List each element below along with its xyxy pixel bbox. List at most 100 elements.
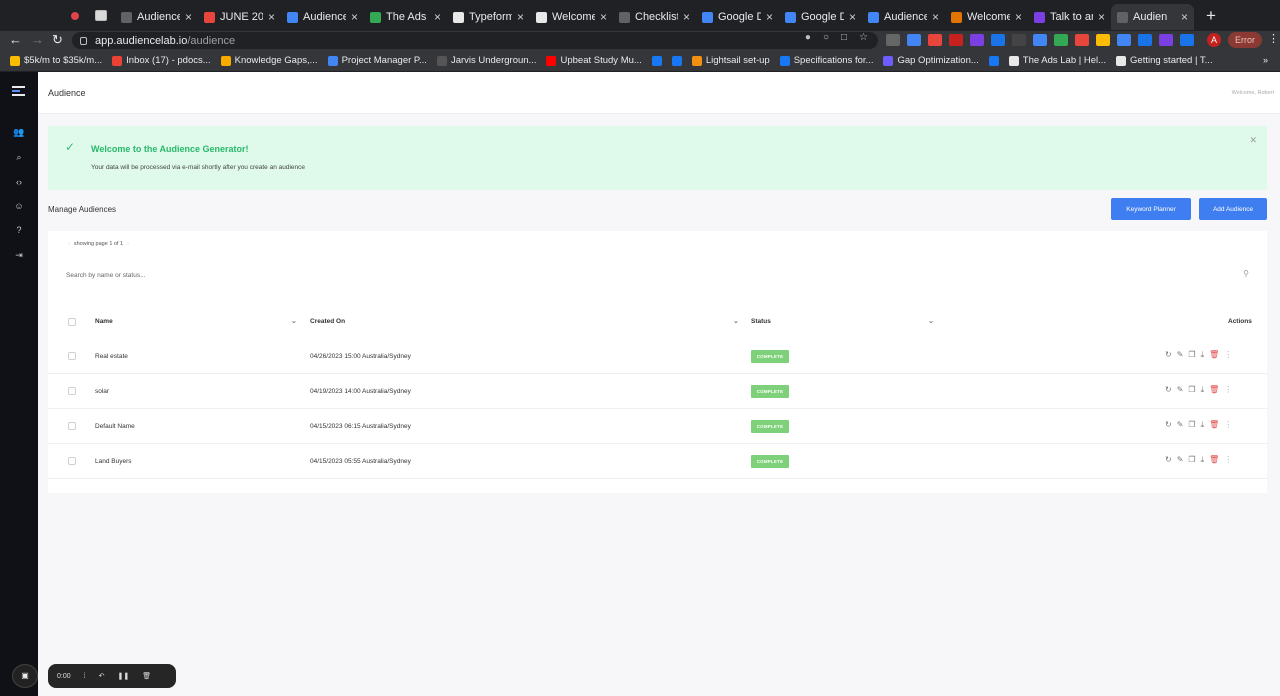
row-checkbox[interactable] xyxy=(68,387,76,395)
delete-icon[interactable]: 🗑 xyxy=(1209,350,1219,360)
edit-icon[interactable]: ✎ xyxy=(1177,350,1184,360)
bookmark-item[interactable] xyxy=(671,55,682,66)
bookmark-item[interactable]: Specifications for... xyxy=(779,55,873,66)
table-row[interactable]: Default Name 04/15/2023 06:15 Australia/S… xyxy=(48,409,1267,444)
tab-close-icon[interactable]: × xyxy=(1181,10,1188,24)
extension-icon[interactable] xyxy=(1075,34,1089,46)
more-icon[interactable]: ⋮ xyxy=(1224,385,1232,395)
tab-close-icon[interactable]: × xyxy=(932,10,939,24)
tab-close-icon[interactable]: × xyxy=(1098,10,1105,24)
extension-icon[interactable] xyxy=(907,34,921,46)
extension-icon[interactable] xyxy=(1033,34,1047,46)
download-icon[interactable]: ⤓ xyxy=(1201,420,1205,430)
browser-tab[interactable]: Checklist × xyxy=(613,4,696,30)
extension-icon[interactable] xyxy=(1138,34,1152,46)
error-badge[interactable]: Error xyxy=(1228,32,1262,48)
browser-tab[interactable]: Talk to an × xyxy=(1028,4,1111,30)
search-nav-icon[interactable]: ⌕ xyxy=(13,152,25,163)
bookmark-star-icon[interactable]: ☆ xyxy=(859,32,868,43)
tab-close-icon[interactable]: × xyxy=(351,10,358,24)
browser-tab[interactable]: AudienceL × xyxy=(862,4,945,30)
bookmark-item[interactable]: Getting started | T... xyxy=(1116,55,1213,66)
tab-close-icon[interactable]: × xyxy=(766,10,773,24)
edit-icon[interactable]: ✎ xyxy=(1177,455,1184,465)
bookmark-item[interactable]: Knowledge Gaps,... xyxy=(220,55,318,66)
column-name[interactable]: Name xyxy=(95,318,113,325)
browser-tab[interactable]: AudienceL × xyxy=(281,4,364,30)
download-icon[interactable]: ⤓ xyxy=(1201,350,1205,360)
refresh-icon[interactable]: ↻ xyxy=(1165,420,1172,430)
browser-menu-icon[interactable]: ⋮ xyxy=(1268,32,1279,45)
select-all-checkbox[interactable] xyxy=(68,318,76,326)
refresh-icon[interactable]: ↻ xyxy=(1165,350,1172,360)
user-nav-icon[interactable]: ☺ xyxy=(13,201,25,211)
search-input[interactable] xyxy=(66,269,1246,281)
tab-close-icon[interactable]: × xyxy=(185,10,192,24)
back-icon[interactable]: ← xyxy=(9,32,22,47)
next-page-icon[interactable]: › xyxy=(127,241,129,247)
column-status[interactable]: Status xyxy=(751,318,771,325)
bookmark-item[interactable]: Jarvis Undergroun... xyxy=(436,55,536,66)
more-icon[interactable]: ⋮ xyxy=(1224,420,1232,430)
trash-icon[interactable]: 🗑 xyxy=(142,672,151,680)
copy-icon[interactable]: ❐ xyxy=(1188,420,1195,430)
extension-icon[interactable] xyxy=(949,34,963,46)
bookmark-item[interactable]: The Ads Lab | Hel... xyxy=(1008,55,1106,66)
browser-tab[interactable]: The Ads La × xyxy=(364,4,447,30)
download-icon[interactable]: ⤓ xyxy=(1201,455,1205,465)
extension-icon[interactable] xyxy=(970,34,984,46)
extension-icon[interactable] xyxy=(1117,34,1131,46)
audience-name[interactable]: Real estate xyxy=(95,353,128,360)
bookmark-item[interactable]: Lightsail set-up xyxy=(691,55,770,66)
url-field[interactable]: app.audiencelab.io/audience ● ○ □ ☆ xyxy=(72,32,878,49)
drag-handle-icon[interactable]: ⁞ xyxy=(84,673,86,680)
table-row[interactable]: solar 04/19/2023 14:00 Australia/Sydney CO… xyxy=(48,374,1267,409)
audience-name[interactable]: Land Buyers xyxy=(95,458,132,465)
code-nav-icon[interactable]: ‹› xyxy=(13,177,25,187)
audience-name[interactable]: Default Name xyxy=(95,423,135,430)
copy-icon[interactable]: ❐ xyxy=(1188,350,1195,360)
prev-page-icon[interactable]: ‹ xyxy=(68,241,70,247)
pause-icon[interactable]: ❚❚ xyxy=(117,672,129,680)
bookmark-item[interactable]: Upbeat Study Mu... xyxy=(546,55,642,66)
bookmark-item[interactable]: Project Manager P... xyxy=(327,55,427,66)
table-row[interactable]: Real estate 04/26/2023 15:00 Australia/Sy… xyxy=(48,339,1267,374)
delete-icon[interactable]: 🗑 xyxy=(1209,455,1219,465)
copy-icon[interactable]: ❐ xyxy=(1188,385,1195,395)
keyword-planner-button[interactable]: Keyword Planner xyxy=(1111,198,1191,220)
table-row[interactable]: Land Buyers 04/15/2023 05:55 Australia/Sy… xyxy=(48,444,1267,479)
delete-icon[interactable]: 🗑 xyxy=(1209,385,1219,395)
app-logo[interactable] xyxy=(12,86,25,96)
close-icon[interactable]: ✕ xyxy=(1249,135,1257,146)
reload-icon[interactable]: ↻ xyxy=(52,32,63,48)
browser-tab[interactable]: JUNE 2023 × xyxy=(198,4,281,30)
bookmark-item[interactable]: Inbox (17) - pdocs... xyxy=(112,55,211,66)
pinned-tab-icon[interactable] xyxy=(95,10,107,21)
browser-tab[interactable]: Welcome t × xyxy=(530,4,613,30)
chevron-down-icon[interactable]: ⌄ xyxy=(291,317,297,325)
more-icon[interactable]: ⋮ xyxy=(1224,455,1232,465)
browser-tab[interactable]: Welcome t × xyxy=(945,4,1028,30)
download-icon[interactable]: ⤓ xyxy=(1201,385,1205,395)
browser-tab[interactable]: Google Do × xyxy=(696,4,779,30)
column-created-on[interactable]: Created On xyxy=(310,318,345,325)
help-nav-icon[interactable]: ? xyxy=(13,225,25,235)
extension-icon[interactable] xyxy=(1054,34,1068,46)
tab-close-icon[interactable]: × xyxy=(683,10,690,24)
share-icon[interactable]: □ xyxy=(841,32,847,43)
delete-icon[interactable]: 🗑 xyxy=(1209,420,1219,430)
extension-icon[interactable] xyxy=(1012,34,1026,46)
extension-icon[interactable] xyxy=(991,34,1005,46)
refresh-icon[interactable]: ↻ xyxy=(1165,455,1172,465)
browser-tab[interactable]: Google Do × xyxy=(779,4,862,30)
tab-close-icon[interactable]: × xyxy=(849,10,856,24)
extension-icon[interactable] xyxy=(928,34,942,46)
row-checkbox[interactable] xyxy=(68,457,76,465)
row-checkbox[interactable] xyxy=(68,422,76,430)
search-icon[interactable]: ⚲ xyxy=(1243,269,1249,278)
tab-close-icon[interactable]: × xyxy=(268,10,275,24)
tab-close-icon[interactable]: × xyxy=(517,10,524,24)
bookmark-item[interactable] xyxy=(651,55,662,66)
undo-icon[interactable]: ↶ xyxy=(99,672,105,680)
edit-icon[interactable]: ✎ xyxy=(1177,420,1184,430)
